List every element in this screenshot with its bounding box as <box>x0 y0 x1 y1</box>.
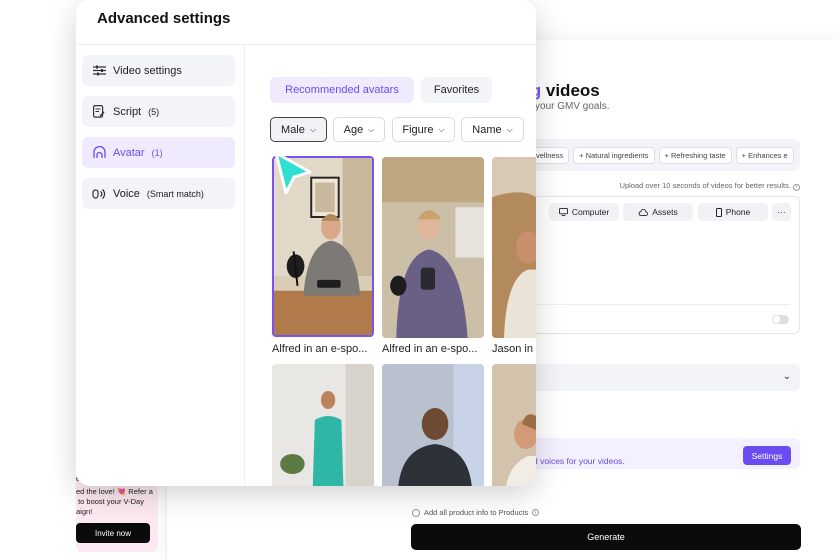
monitor-icon <box>558 208 568 216</box>
more-options-button[interactable]: ··· <box>772 203 791 221</box>
nav-item-voice[interactable]: Voice (Smart match) <box>82 178 235 209</box>
avatar-card-3[interactable] <box>492 157 536 338</box>
script-icon <box>92 105 106 119</box>
nav-item-label: Video settings <box>113 64 182 77</box>
promo-text: ed the love! 💘 Refer a to boost your V-D… <box>76 487 153 516</box>
invite-now-button[interactable]: Invite now <box>76 523 150 543</box>
nav-item-avatar[interactable]: Avatar (1) <box>82 137 235 168</box>
modal-divider <box>76 44 536 45</box>
nav-item-label: Script <box>113 105 142 118</box>
avatar-card-6[interactable] <box>492 364 536 486</box>
tab-favorites[interactable]: Favorites <box>421 77 492 103</box>
chevron-down-icon: ⌵ <box>506 124 513 134</box>
toggle-switch[interactable] <box>772 315 789 324</box>
nav-item-script[interactable]: Script (5) <box>82 96 235 127</box>
assets-button-label: Assets <box>652 207 678 217</box>
background-select[interactable]: ⌄ <box>526 364 800 391</box>
settings-button[interactable]: Settings <box>743 446 791 465</box>
advanced-settings-modal: Advanced settings Video settings Script … <box>76 0 536 486</box>
modal-title: Advanced settings <box>97 10 231 27</box>
nav-item-video-settings[interactable]: Video settings <box>82 55 235 86</box>
more-icon: ··· <box>777 207 786 217</box>
pointer-cursor-icon <box>274 151 312 195</box>
cloud-icon <box>638 208 649 216</box>
avatar-card-2[interactable] <box>382 157 484 338</box>
filter-label: Figure <box>402 123 434 136</box>
avatar-photo <box>382 157 484 338</box>
avatar-card-3-label: Jason in <box>492 343 533 355</box>
filter-name[interactable]: Name ⌵ <box>461 117 524 142</box>
filter-gender[interactable]: Male ⌵ <box>270 117 327 142</box>
upload-divider <box>536 304 790 305</box>
nav-item-count: (5) <box>148 106 160 117</box>
avatar-photo <box>492 157 536 338</box>
avatar-photo <box>382 364 484 486</box>
voices-banner-text: d voices for your videos. <box>533 456 625 466</box>
info-icon[interactable]: i <box>793 183 800 191</box>
assets-button[interactable]: Assets <box>623 203 693 221</box>
nav-item-suffix: (Smart match) <box>146 188 204 199</box>
chevron-down-icon: ⌵ <box>368 124 375 134</box>
generate-button[interactable]: Generate <box>411 524 801 550</box>
nav-item-label: Avatar <box>113 146 145 159</box>
phone-button-label: Phone <box>725 207 751 217</box>
upload-note: Upload over 10 seconds of videos for bet… <box>540 181 800 191</box>
checkbox-icon[interactable] <box>412 508 420 517</box>
tab-recommended-avatars[interactable]: Recommended avatars <box>270 77 414 103</box>
avatar-card-2-label: Alfred in an e-spo... <box>382 343 478 355</box>
chip-natural-ingredients[interactable]: + Natural ingredients <box>573 146 655 164</box>
filter-label: Name <box>472 123 502 136</box>
avatar-frame-icon <box>92 146 106 160</box>
nav-item-count: (1) <box>151 147 163 158</box>
voice-icon <box>92 187 106 201</box>
avatar-card-4[interactable] <box>272 364 374 486</box>
computer-button[interactable]: Computer <box>549 203 619 221</box>
avatar-photo <box>492 364 536 486</box>
phone-button[interactable]: Phone <box>698 203 768 221</box>
info-icon[interactable]: i <box>532 509 540 516</box>
modal-vertical-divider <box>244 44 245 486</box>
filter-figure[interactable]: Figure ⌵ <box>392 117 455 142</box>
chevron-down-icon: ⌵ <box>438 124 445 134</box>
chip-enhances[interactable]: + Enhances e <box>735 146 794 164</box>
add-product-info[interactable]: Add all product info to Products i <box>412 508 540 517</box>
chip-refreshing-taste[interactable]: + Refreshing taste <box>658 146 732 164</box>
sliders-icon <box>92 64 106 78</box>
page-title-rest: videos <box>541 81 600 100</box>
avatar-card-5[interactable] <box>382 364 484 486</box>
filter-age[interactable]: Age ⌵ <box>333 117 385 142</box>
avatar-card-1-label: Alfred in an e-spo... <box>272 343 368 355</box>
selling-points-chips: vellness + Natural ingredients + Refresh… <box>526 139 800 171</box>
filter-label: Male <box>281 123 305 136</box>
filter-label: Age <box>343 123 364 136</box>
add-product-info-label: Add all product info to Products <box>424 508 529 517</box>
phone-icon <box>715 207 722 217</box>
computer-button-label: Computer <box>571 207 610 217</box>
upload-note-text: Upload over 10 seconds of videos for bet… <box>619 181 791 190</box>
avatar-photo <box>272 364 374 486</box>
chevron-down-icon: ⌵ <box>309 124 316 134</box>
chevron-down-icon: ⌄ <box>782 371 791 382</box>
nav-item-label: Voice <box>113 187 140 200</box>
